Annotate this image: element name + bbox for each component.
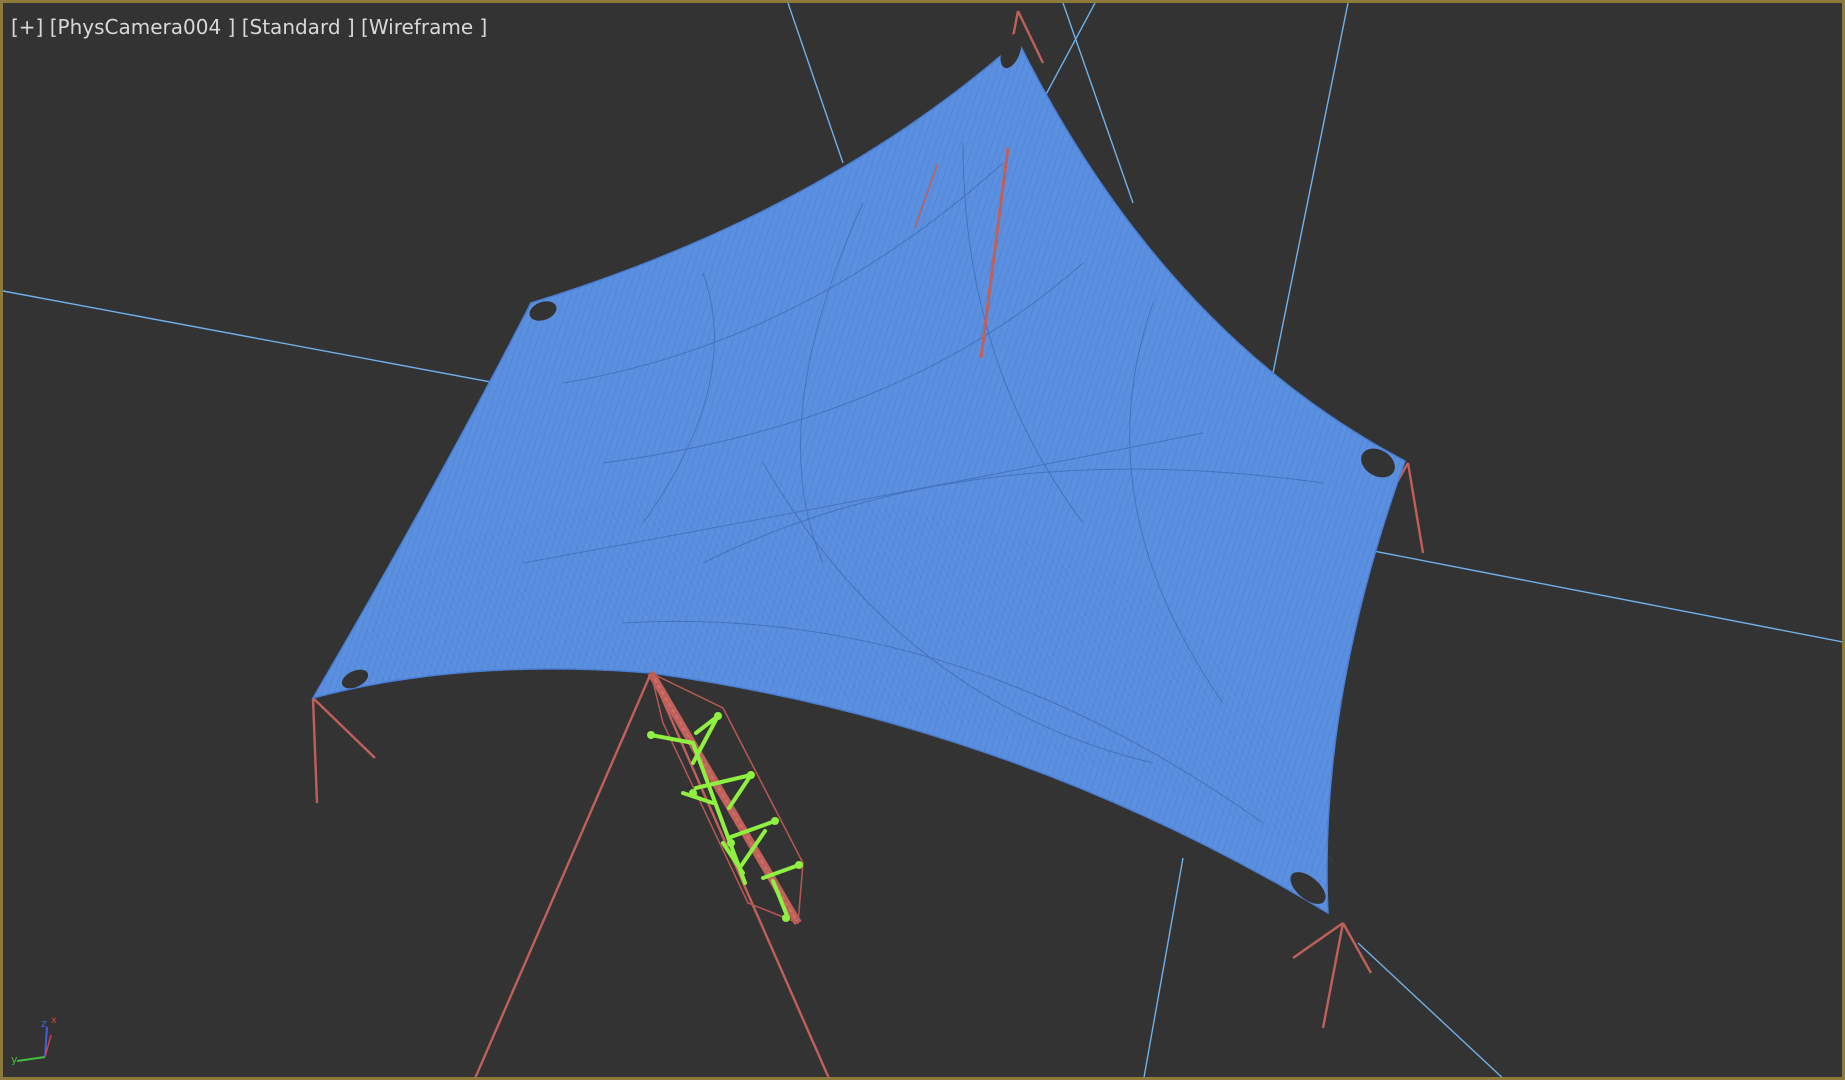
selected-ladder[interactable] (647, 670, 804, 926)
display-mode-selector[interactable]: [Wireframe ] (361, 15, 487, 39)
axis-tripod-icon: y z x (11, 1015, 57, 1066)
axis-y-label: y (11, 1053, 18, 1066)
scene-canvas[interactable] (3, 3, 1845, 1080)
viewport-menu-button[interactable]: [+] (11, 15, 43, 39)
axis-x-label: x (51, 1015, 57, 1026)
camera-selector[interactable]: [PhysCamera004 ] (50, 15, 236, 39)
shading-mode-selector[interactable]: [Standard ] (242, 15, 355, 39)
viewport-label: [+] [PhysCamera004 ] [Standard ] [Wirefr… (11, 15, 487, 39)
axis-z-label: z (41, 1017, 47, 1030)
tensile-membrane[interactable] (311, 31, 1406, 915)
perspective-viewport[interactable]: [+] [PhysCamera004 ] [Standard ] [Wirefr… (0, 0, 1845, 1080)
